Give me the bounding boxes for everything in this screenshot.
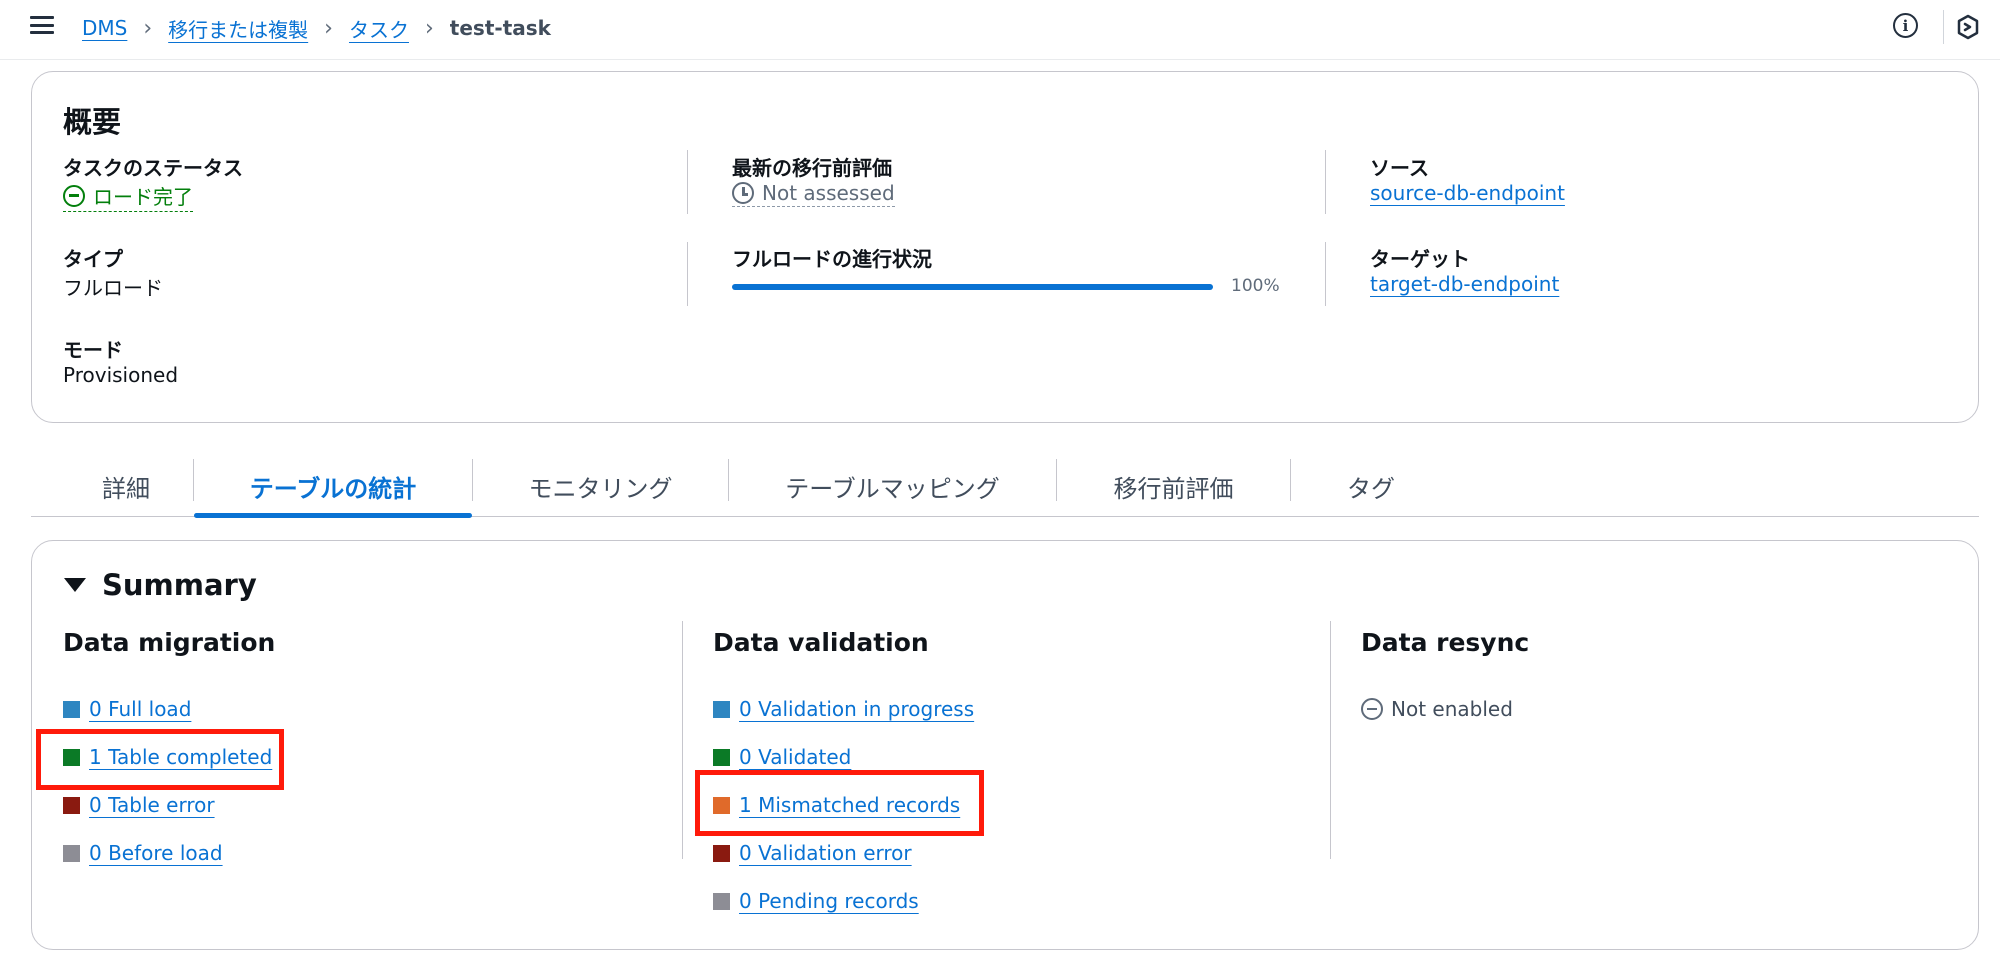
data-validation-title: Data validation: [713, 628, 929, 657]
column-divider: [687, 242, 688, 306]
source-endpoint-link[interactable]: source-db-endpoint: [1370, 181, 1565, 205]
overview-panel: 概要 タスクのステータス ロード完了 タイプ フルロード モード Provisi…: [31, 71, 1979, 423]
top-navigation-bar: DMS › 移行または複製 › タスク › test-task i: [0, 0, 2000, 60]
target-endpoint-link[interactable]: target-db-endpoint: [1370, 272, 1559, 296]
assessment-text: Not assessed: [762, 181, 895, 205]
tab-bar: 詳細 テーブルの統計 モニタリング テーブルマッピング 移行前評価 タグ: [31, 455, 1979, 518]
legend-swatch: [713, 892, 730, 910]
full-load-item: 0 Full load: [63, 697, 191, 721]
assessment-label: 最新の移行前評価: [732, 156, 892, 180]
column-divider: [682, 621, 683, 859]
caret-down-icon: [64, 578, 86, 592]
validated-link[interactable]: 0 Validated: [739, 745, 851, 769]
column-divider: [1325, 150, 1326, 214]
full-load-link[interactable]: 0 Full load: [89, 697, 191, 721]
highlight-table-completed: [36, 729, 284, 790]
summary-panel: Summary Data migration 0 Full load 1 Tab…: [31, 540, 1979, 950]
type-label: タイプ: [63, 247, 123, 271]
legend-swatch: [713, 844, 730, 862]
legend-swatch: [713, 748, 730, 766]
full-load-progress-bar: [732, 284, 1213, 290]
breadcrumb-tasks[interactable]: タスク: [349, 14, 409, 43]
task-status-text: ロード完了: [93, 185, 193, 209]
validation-error-item: 0 Validation error: [713, 841, 912, 865]
mode-label: モード: [63, 338, 123, 362]
breadcrumb-migrate-replicate[interactable]: 移行または複製: [168, 14, 308, 43]
validation-in-progress-item: 0 Validation in progress: [713, 697, 974, 721]
not-enabled-icon: [1361, 698, 1383, 720]
full-load-progress-fill: [732, 284, 1213, 290]
tab-table-statistics[interactable]: テーブルの統計: [194, 455, 472, 518]
highlight-mismatched-records: [695, 770, 984, 836]
full-load-progress-percent: 100%: [1231, 276, 1280, 296]
chevron-right-icon: ›: [143, 15, 153, 41]
tab-table-mappings[interactable]: テーブルマッピング: [729, 455, 1056, 517]
task-status-value[interactable]: ロード完了: [63, 181, 193, 212]
column-divider: [1325, 242, 1326, 306]
chevron-right-icon: ›: [324, 15, 333, 41]
legend-swatch: [713, 700, 730, 718]
data-migration-title: Data migration: [63, 628, 276, 657]
tab-details[interactable]: 詳細: [65, 455, 187, 517]
column-divider: [687, 150, 688, 214]
type-value: フルロード: [63, 276, 163, 300]
tab-tags[interactable]: タグ: [1291, 455, 1451, 517]
data-resync-title: Data resync: [1361, 628, 1530, 657]
pending-records-link[interactable]: 0 Pending records: [739, 889, 919, 913]
full-load-progress-label: フルロードの進行状況: [732, 247, 932, 271]
status-ok-icon: [63, 184, 85, 207]
before-load-item: 0 Before load: [63, 841, 223, 865]
table-error-item: 0 Table error: [63, 793, 215, 817]
data-resync-status-text: Not enabled: [1391, 697, 1513, 721]
tab-premigration-assessment[interactable]: 移行前評価: [1057, 455, 1290, 517]
tab-monitoring[interactable]: モニタリング: [473, 455, 728, 517]
validation-error-link[interactable]: 0 Validation error: [739, 841, 912, 865]
task-status-label: タスクのステータス: [63, 156, 243, 180]
info-icon[interactable]: i: [1893, 13, 1918, 38]
pending-records-item: 0 Pending records: [713, 889, 919, 913]
column-divider: [1330, 621, 1331, 859]
legend-swatch: [63, 700, 80, 718]
mode-value: Provisioned: [63, 363, 179, 387]
summary-title: Summary: [102, 568, 257, 602]
summary-toggle[interactable]: Summary: [64, 568, 257, 602]
chevron-right-icon: ›: [424, 15, 434, 41]
breadcrumb-dms[interactable]: DMS: [82, 16, 127, 40]
validated-item: 0 Validated: [713, 745, 851, 769]
table-error-link[interactable]: 0 Table error: [89, 793, 215, 817]
data-resync-status: Not enabled: [1361, 697, 1513, 721]
toolbar-divider: [1943, 10, 1944, 44]
validation-in-progress-link[interactable]: 0 Validation in progress: [739, 697, 974, 721]
overview-title: 概要: [63, 105, 122, 139]
menu-icon[interactable]: [30, 14, 54, 36]
legend-swatch: [63, 844, 80, 862]
source-label: ソース: [1370, 156, 1429, 180]
before-load-link[interactable]: 0 Before load: [89, 841, 223, 865]
assessment-value[interactable]: Not assessed: [732, 181, 895, 207]
target-label: ターゲット: [1370, 247, 1470, 271]
breadcrumb: DMS › 移行または複製 › タスク › test-task: [82, 12, 551, 44]
breadcrumb-current: test-task: [449, 16, 551, 40]
hexagon-icon[interactable]: [1956, 14, 1980, 40]
clock-icon: [732, 182, 754, 204]
legend-swatch: [63, 796, 80, 814]
